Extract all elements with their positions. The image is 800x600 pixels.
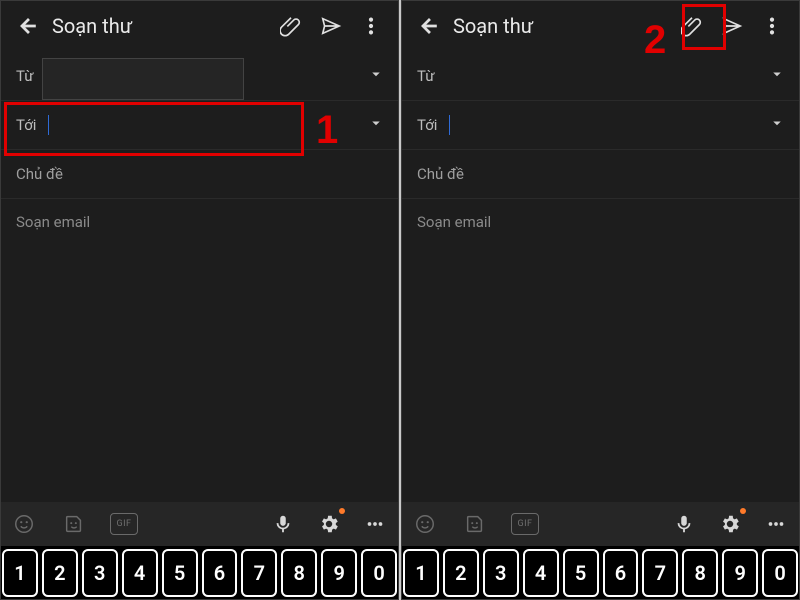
- ellipsis-icon[interactable]: [361, 510, 389, 538]
- chevron-down-icon[interactable]: [367, 114, 385, 136]
- app-bar: Soạn thư: [0, 0, 399, 52]
- keyboard-toolbar: GIF: [0, 502, 399, 546]
- to-label: Tới: [417, 116, 437, 134]
- emoji-icon[interactable]: [10, 510, 38, 538]
- key-3[interactable]: 3: [82, 549, 118, 597]
- subject-field-row[interactable]: Chủ đề: [0, 150, 399, 199]
- from-label: Từ: [16, 67, 34, 85]
- more-vert-icon[interactable]: [752, 6, 792, 46]
- annotation-box-2: [682, 4, 726, 50]
- app-bar: Soạn thư: [401, 0, 800, 52]
- annotation-number-2: 2: [644, 18, 666, 63]
- key-2[interactable]: 2: [42, 549, 78, 597]
- annotation-number-1: 1: [316, 108, 338, 153]
- key-5[interactable]: 5: [563, 549, 599, 597]
- send-icon[interactable]: [311, 6, 351, 46]
- keyboard-number-row: 1 2 3 4 5 6 7 8 9 0: [0, 546, 399, 600]
- keyboard-number-row: 1 2 3 4 5 6 7 8 9 0: [401, 546, 800, 600]
- key-1[interactable]: 1: [2, 549, 38, 597]
- to-field-row[interactable]: Tới: [401, 101, 800, 150]
- key-6[interactable]: 6: [603, 549, 639, 597]
- mic-icon[interactable]: [269, 510, 297, 538]
- body-field[interactable]: Soạn email: [0, 199, 399, 245]
- ellipsis-icon[interactable]: [762, 510, 790, 538]
- annotation-box-1: [4, 102, 304, 156]
- notification-dot: [339, 508, 345, 514]
- from-value-redacted: [42, 58, 244, 100]
- key-9[interactable]: 9: [722, 549, 758, 597]
- body-field[interactable]: Soạn email: [401, 199, 800, 245]
- key-7[interactable]: 7: [241, 549, 277, 597]
- key-5[interactable]: 5: [162, 549, 198, 597]
- key-7[interactable]: 7: [642, 549, 678, 597]
- emoji-icon[interactable]: [411, 510, 439, 538]
- notification-dot: [740, 508, 746, 514]
- sticker-icon[interactable]: [461, 510, 489, 538]
- back-arrow-icon[interactable]: [8, 6, 48, 46]
- from-label: Từ: [417, 67, 435, 85]
- key-6[interactable]: 6: [202, 549, 238, 597]
- chevron-down-icon[interactable]: [367, 65, 385, 87]
- chevron-down-icon[interactable]: [768, 65, 786, 87]
- key-4[interactable]: 4: [122, 549, 158, 597]
- gif-icon[interactable]: GIF: [511, 510, 539, 538]
- key-4[interactable]: 4: [523, 549, 559, 597]
- page-title: Soạn thư: [52, 14, 132, 38]
- screenshot-container: { "header": { "title": "Soạn thư" }, "fi…: [0, 0, 800, 600]
- keyboard-toolbar: GIF: [401, 502, 800, 546]
- mic-icon[interactable]: [670, 510, 698, 538]
- key-8[interactable]: 8: [281, 549, 317, 597]
- body-placeholder: Soạn email: [16, 213, 90, 231]
- text-cursor: [449, 115, 450, 135]
- sticker-icon[interactable]: [60, 510, 88, 538]
- key-0[interactable]: 0: [361, 549, 397, 597]
- settings-gear-icon[interactable]: [315, 510, 343, 538]
- body-placeholder: Soạn email: [417, 213, 491, 231]
- gif-icon[interactable]: GIF: [110, 510, 138, 538]
- subject-placeholder: Chủ đề: [417, 165, 464, 183]
- compose-screen-left: Soạn thư Từ Tới Chủ đề Soạn email: [0, 0, 399, 600]
- key-8[interactable]: 8: [682, 549, 718, 597]
- key-2[interactable]: 2: [443, 549, 479, 597]
- attachment-icon[interactable]: [271, 6, 311, 46]
- subject-placeholder: Chủ đề: [16, 165, 63, 183]
- more-vert-icon[interactable]: [351, 6, 391, 46]
- settings-gear-icon[interactable]: [716, 510, 744, 538]
- subject-field-row[interactable]: Chủ đề: [401, 150, 800, 199]
- page-title: Soạn thư: [453, 14, 533, 38]
- key-3[interactable]: 3: [483, 549, 519, 597]
- key-9[interactable]: 9: [321, 549, 357, 597]
- key-0[interactable]: 0: [762, 549, 798, 597]
- back-arrow-icon[interactable]: [409, 6, 449, 46]
- compose-screen-right: Soạn thư Từ Tới Chủ đề Soạn email: [401, 0, 800, 600]
- from-field-row[interactable]: Từ: [401, 52, 800, 101]
- key-1[interactable]: 1: [403, 549, 439, 597]
- chevron-down-icon[interactable]: [768, 114, 786, 136]
